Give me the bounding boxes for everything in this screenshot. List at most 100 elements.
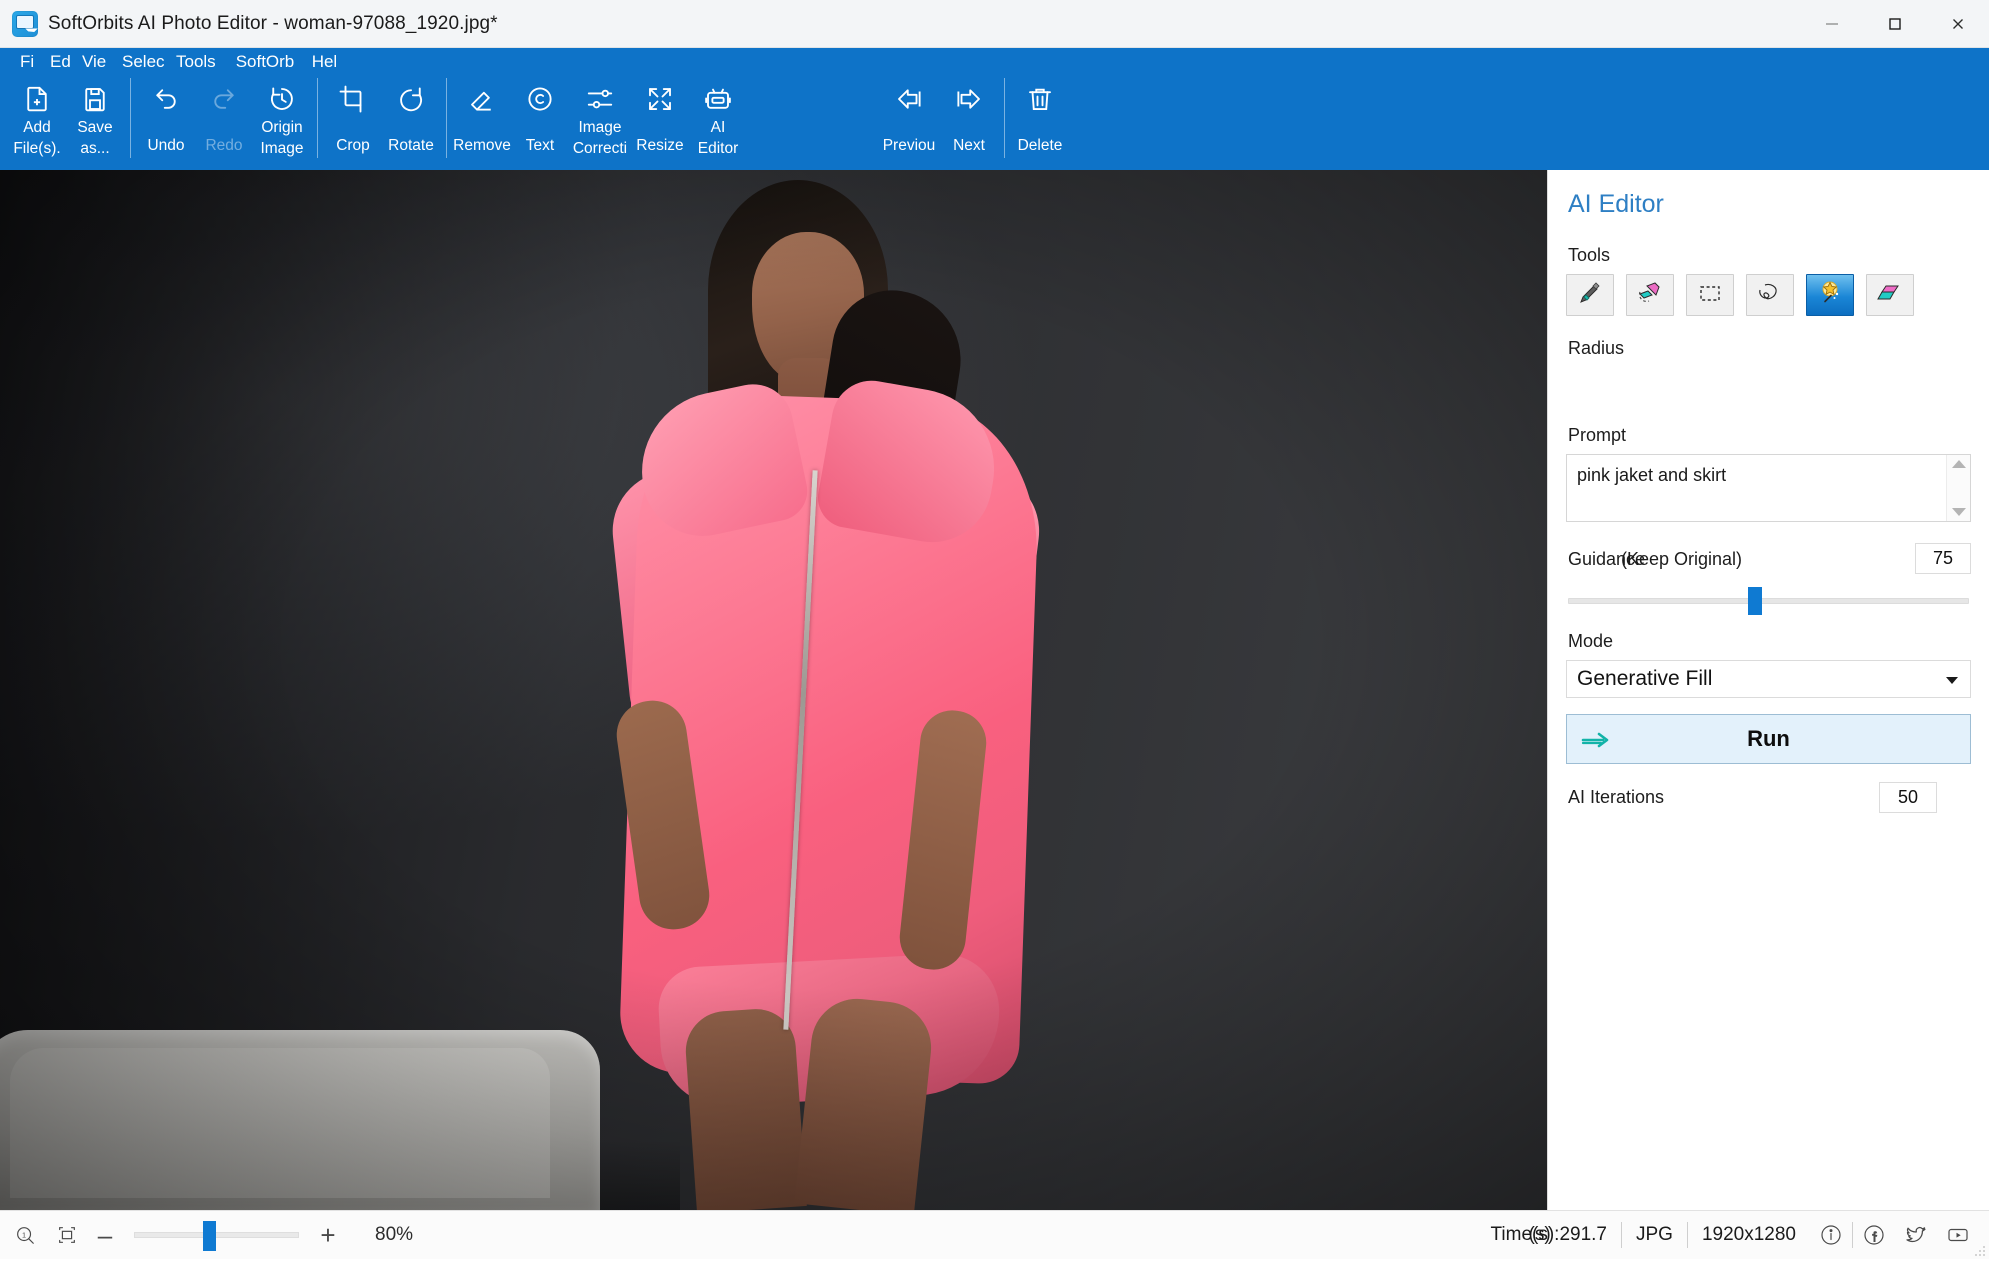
menu-help[interactable]: Hel bbox=[302, 48, 338, 76]
main-toolbar: Add File(s). Save as... Undo Redo Origin… bbox=[0, 76, 1989, 170]
zoom-one-to-one-icon[interactable]: 1 bbox=[8, 1218, 42, 1252]
toolbar-save-as-label-2: as... bbox=[80, 140, 110, 157]
tool-eraser-button[interactable] bbox=[1626, 274, 1674, 316]
close-button[interactable] bbox=[1926, 0, 1989, 47]
run-button[interactable]: Run bbox=[1566, 714, 1971, 764]
color-fill-icon bbox=[1876, 279, 1904, 312]
tool-fill-button[interactable] bbox=[1866, 274, 1914, 316]
toolbar-redo-button[interactable]: Redo bbox=[195, 76, 253, 168]
app-icon bbox=[12, 10, 38, 37]
prompt-input[interactable] bbox=[1566, 454, 1971, 522]
toolbar-add-files-label-2: File(s). bbox=[13, 140, 61, 157]
toolbar-next-button[interactable]: Next bbox=[940, 76, 998, 168]
resize-grip[interactable] bbox=[1974, 1244, 1986, 1256]
image-canvas[interactable] bbox=[0, 170, 1547, 1210]
menu-softorbits[interactable]: SoftOrb bbox=[226, 48, 302, 76]
toolbar-image-correction-label-1: Image bbox=[578, 119, 622, 136]
info-icon[interactable] bbox=[1814, 1218, 1848, 1252]
toolbar-save-as-label-1: Save bbox=[77, 119, 113, 136]
tools-row bbox=[1566, 274, 1971, 316]
fit-to-window-icon[interactable] bbox=[50, 1218, 84, 1252]
toolbar-image-correction-button[interactable]: Image Correcti bbox=[569, 76, 631, 168]
toolbar-group-edit: Remove Text Image Correcti Resize AI Edi… bbox=[453, 76, 747, 170]
tool-brush-button[interactable] bbox=[1566, 274, 1614, 316]
undo-icon bbox=[149, 82, 183, 116]
menu-bar: Fi Ed Vie Selec Tools SoftOrb Hel bbox=[0, 48, 1989, 76]
ai-editor-panel: AI Editor Tools Radius Prompt pink jaket… bbox=[1547, 170, 1989, 1210]
radius-label: Radius bbox=[1568, 338, 1625, 358]
status-divider bbox=[1852, 1222, 1853, 1248]
toolbar-group-history: Undo Redo Origin Image bbox=[137, 76, 311, 170]
toolbar-delete-label: Delete bbox=[1017, 137, 1063, 154]
radius-slider-area[interactable] bbox=[1566, 367, 1971, 425]
toolbar-save-as-button[interactable]: Save as... bbox=[66, 76, 124, 168]
menu-tools[interactable]: Tools bbox=[166, 48, 226, 76]
zoom-in-button[interactable]: + bbox=[311, 1218, 345, 1252]
toolbar-resize-button[interactable]: Resize bbox=[631, 76, 689, 168]
run-button-label: Run bbox=[1747, 726, 1790, 751]
toolbar-text-button[interactable]: Text bbox=[511, 76, 569, 168]
prompt-scrollbar[interactable] bbox=[1946, 455, 1970, 521]
toolbar-original-image-button[interactable]: Origin Image bbox=[253, 76, 311, 168]
zoom-out-button[interactable]: – bbox=[88, 1218, 122, 1252]
guidance-slider[interactable] bbox=[1566, 581, 1971, 621]
mode-select[interactable]: Generative Fill bbox=[1566, 660, 1971, 698]
toolbar-undo-button[interactable]: Undo bbox=[137, 76, 195, 168]
toolbar-add-files-button[interactable]: Add File(s). bbox=[8, 76, 66, 168]
guidance-slider-thumb[interactable] bbox=[1748, 587, 1763, 615]
mode-select-value: Generative Fill bbox=[1577, 667, 1713, 690]
run-arrow-icon bbox=[1581, 729, 1615, 756]
save-icon bbox=[78, 82, 112, 116]
youtube-icon[interactable] bbox=[1941, 1218, 1975, 1252]
maximize-button[interactable] bbox=[1863, 0, 1926, 47]
scroll-up-icon[interactable] bbox=[1951, 460, 1966, 468]
toolbar-previous-button[interactable]: Previou bbox=[878, 76, 940, 168]
image-dimensions: 1920x1280 bbox=[1701, 1224, 1796, 1245]
toolbar-remove-button[interactable]: Remove bbox=[453, 76, 511, 168]
toolbar-remove-label: Remove bbox=[453, 137, 511, 154]
toolbar-add-files-label-1: Add bbox=[23, 119, 51, 136]
toolbar-delete-button[interactable]: Delete bbox=[1011, 76, 1069, 168]
menu-file[interactable]: Fi bbox=[10, 48, 40, 76]
toolbar-image-correction-label-2: Correcti bbox=[572, 140, 628, 157]
tools-label: Tools bbox=[1568, 245, 1611, 265]
toolbar-rotate-button[interactable]: Rotate bbox=[382, 76, 440, 168]
facebook-icon[interactable] bbox=[1857, 1218, 1891, 1252]
window-title: SoftOrbits AI Photo Editor - woman-97088… bbox=[48, 12, 498, 34]
tool-lasso-button[interactable] bbox=[1746, 274, 1794, 316]
twitter-icon[interactable] bbox=[1899, 1218, 1933, 1252]
guidance-value[interactable]: 75 bbox=[1915, 543, 1971, 574]
menu-view[interactable]: Vie bbox=[72, 48, 112, 76]
toolbar-original-image-label-2: Image bbox=[260, 140, 304, 157]
prompt-label: Prompt bbox=[1568, 425, 1627, 445]
application-window: SoftOrbits AI Photo Editor - woman-97088… bbox=[0, 0, 1989, 1259]
zoom-slider-track[interactable] bbox=[134, 1221, 299, 1251]
guidance-row: Guidance (Keep Original) 75 bbox=[1566, 543, 1971, 579]
toolbar-group-transform: Crop Rotate bbox=[324, 76, 440, 170]
toolbar-next-label: Next bbox=[953, 137, 985, 154]
toolbar-undo-label: Undo bbox=[147, 137, 185, 154]
eraser-stroke-icon bbox=[1636, 279, 1664, 312]
minimize-button[interactable] bbox=[1800, 0, 1863, 47]
toolbar-original-image-label-1: Origin bbox=[261, 119, 303, 136]
toolbar-rotate-label: Rotate bbox=[388, 137, 434, 154]
redo-icon bbox=[207, 82, 241, 116]
zoom-slider-thumb[interactable] bbox=[203, 1221, 217, 1251]
ai-iterations-value[interactable]: 50 bbox=[1879, 782, 1937, 813]
toolbar-group-delete: Delete bbox=[1011, 76, 1069, 170]
scroll-down-icon[interactable] bbox=[1951, 508, 1966, 516]
mode-label: Mode bbox=[1568, 631, 1614, 651]
toolbar-crop-button[interactable]: Crop bbox=[324, 76, 382, 168]
guidance-slider-track[interactable] bbox=[1568, 598, 1969, 604]
toolbar-ai-editor-button[interactable]: AI Editor bbox=[689, 76, 747, 168]
robot-icon bbox=[701, 82, 735, 116]
toolbar-text-label: Text bbox=[525, 137, 555, 154]
tool-rect-select-button[interactable] bbox=[1686, 274, 1734, 316]
panel-title: AI Editor bbox=[1568, 190, 1664, 218]
menu-select[interactable]: Selec bbox=[112, 48, 166, 76]
menu-edit[interactable]: Ed bbox=[40, 48, 72, 76]
toolbar-ai-editor-label-2: Editor bbox=[697, 140, 739, 157]
tool-magic-wand-button[interactable] bbox=[1806, 274, 1854, 316]
toolbar-group-navigation: Previou Next bbox=[878, 76, 998, 170]
toolbar-separator bbox=[446, 78, 447, 158]
